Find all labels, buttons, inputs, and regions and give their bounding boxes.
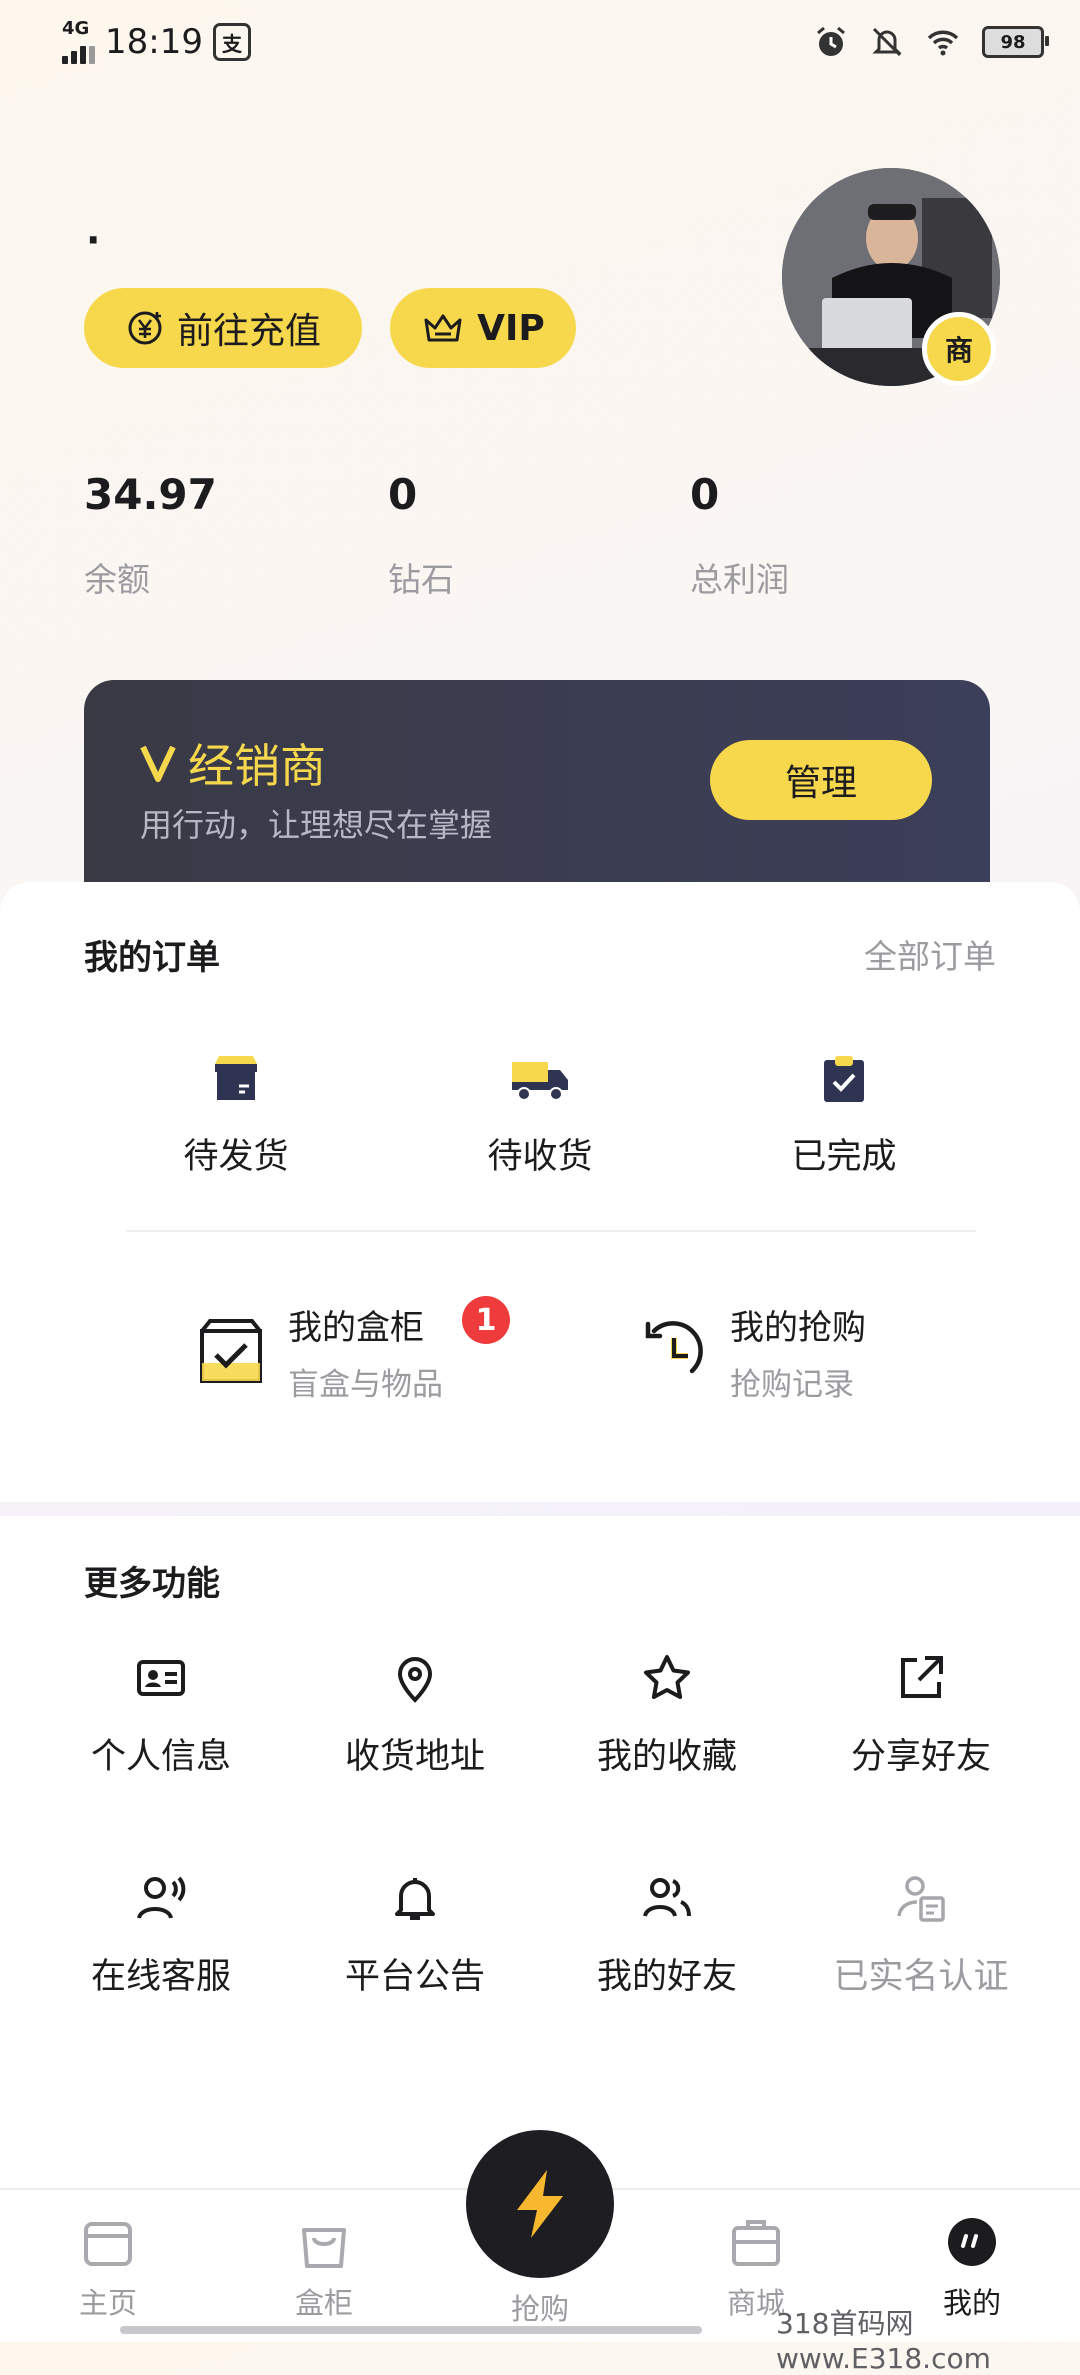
- vip-button[interactable]: VIP: [390, 288, 576, 368]
- stat-label: 总利润: [690, 560, 789, 599]
- user-name: ·: [86, 218, 101, 262]
- tab-home[interactable]: 主页: [38, 2214, 178, 2322]
- dealer-title-text: 经销商: [188, 739, 326, 793]
- battery-level: 98: [1000, 31, 1026, 53]
- quick-subtitle: 抢购记录: [730, 1367, 854, 1403]
- tab-label: 主页: [78, 2286, 137, 2320]
- box-check-icon: [200, 1319, 262, 1383]
- share-icon: [901, 1656, 943, 1698]
- my-flash-purchase[interactable]: 我的抢购 抢购记录: [636, 1300, 866, 1404]
- tab-label: 盒柜: [294, 2286, 353, 2320]
- order-label: 待收货: [487, 1137, 593, 1177]
- stat-diamond[interactable]: 0 钻石: [388, 470, 454, 601]
- order-completed[interactable]: 已完成: [734, 1052, 954, 1179]
- all-orders-link[interactable]: 全部订单: [864, 930, 996, 978]
- menu-label: 个人信息: [90, 1737, 231, 1777]
- shop-icon: [732, 2220, 780, 2266]
- menu-announcements[interactable]: 平台公告: [290, 1872, 540, 1999]
- tab-cabinet[interactable]: 盒柜: [254, 2214, 394, 2322]
- mute-bell-icon: [872, 27, 902, 57]
- stat-balance[interactable]: 34.97 余额: [84, 470, 217, 601]
- friends-icon: [643, 1878, 691, 1917]
- menu-label: 已实名认证: [833, 1957, 1009, 1997]
- quick-title: 我的盒柜: [288, 1308, 424, 1348]
- profile-icon: [948, 2218, 996, 2266]
- stat-value: 0: [690, 470, 720, 519]
- merchant-badge: 商: [922, 312, 996, 386]
- my-box-cabinet[interactable]: 我的盒柜 盲盒与物品: [196, 1300, 443, 1404]
- tab-label: 抢购: [510, 2292, 569, 2326]
- alipay-notification-icon: 支: [212, 23, 251, 61]
- menu-personal-info[interactable]: 个人信息: [36, 1652, 286, 1779]
- vip-label: VIP: [477, 307, 545, 349]
- manage-button[interactable]: 管理: [710, 740, 932, 820]
- clipboard-check-icon: [824, 1056, 864, 1102]
- status-bar: 4G 18:19 支 98: [62, 18, 1049, 66]
- order-pending-shipment[interactable]: 待发货: [126, 1052, 346, 1179]
- stat-value: 0: [388, 470, 418, 519]
- battery-icon: 98: [982, 26, 1049, 58]
- wifi-icon: [927, 30, 959, 56]
- status-time: 18:19: [105, 22, 203, 62]
- stat-value: 34.97: [84, 470, 217, 519]
- yuan-coin-icon: [128, 311, 162, 345]
- menu-share-friends[interactable]: 分享好友: [796, 1652, 1046, 1779]
- quick-title: 我的抢购: [730, 1308, 866, 1348]
- menu-customer-service[interactable]: 在线客服: [36, 1872, 286, 1999]
- stat-label: 余额: [84, 560, 150, 599]
- menu-my-friends[interactable]: 我的好友: [542, 1872, 792, 1999]
- menu-label: 我的收藏: [596, 1737, 737, 1777]
- lightning-icon: [517, 2170, 563, 2238]
- location-pin-icon: [397, 1657, 433, 1703]
- order-label: 已完成: [791, 1137, 897, 1177]
- history-clock-icon: [645, 1321, 703, 1374]
- flash-sale-button[interactable]: [466, 2130, 614, 2278]
- v-icon: [140, 745, 176, 782]
- more-functions-card: 更多功能 个人信息 收货地址 我的收藏 分享好友 在线客服 平台公告 我的好友 …: [0, 1516, 1080, 2188]
- menu-shipping-address[interactable]: 收货地址: [290, 1652, 540, 1779]
- order-label: 待发货: [183, 1137, 289, 1177]
- tab-flash-sale-label[interactable]: 抢购: [470, 2286, 610, 2328]
- orders-card: 我的订单 全部订单 待发货 待收货 已完成 我的盒柜 盲盒与物品 1 我的抢购 …: [0, 882, 1080, 1502]
- stat-profit[interactable]: 0 总利润: [690, 470, 789, 601]
- signal-icon: [62, 38, 95, 64]
- id-card-icon: [137, 1660, 185, 1696]
- star-icon: [644, 1655, 690, 1699]
- box-icon: [215, 1056, 257, 1100]
- divider: [126, 1230, 976, 1232]
- stat-label: 钻石: [388, 560, 454, 599]
- menu-verified-identity[interactable]: 已实名认证: [796, 1872, 1046, 1999]
- customer-service-icon: [137, 1876, 186, 1919]
- bell-icon: [395, 1878, 435, 1920]
- recharge-button[interactable]: 前往充值: [84, 288, 362, 368]
- quick-subtitle: 盲盒与物品: [288, 1367, 443, 1403]
- watermark-text: 318首码网 www.E318.com: [776, 2307, 991, 2375]
- truck-icon: [512, 1062, 568, 1101]
- alarm-icon: [817, 26, 845, 56]
- recharge-label: 前往充值: [176, 311, 321, 352]
- bag-icon: [302, 2228, 346, 2268]
- more-title: 更多功能: [84, 1564, 220, 1604]
- home-indicator: [372, 2326, 702, 2334]
- menu-label: 在线客服: [90, 1957, 231, 1997]
- crown-icon: [424, 314, 462, 342]
- home-box-icon: [84, 2222, 132, 2266]
- order-pending-receipt[interactable]: 待收货: [430, 1052, 650, 1179]
- dealer-subtitle: 用行动，让理想尽在掌握: [140, 806, 493, 844]
- menu-label: 收货地址: [344, 1737, 485, 1777]
- menu-label: 我的好友: [596, 1957, 737, 1997]
- network-type: 4G: [62, 18, 90, 39]
- menu-my-favorites[interactable]: 我的收藏: [542, 1652, 792, 1779]
- dealer-title: 经销商: [140, 730, 326, 796]
- menu-label: 分享好友: [850, 1737, 991, 1777]
- notification-badge: 1: [462, 1296, 510, 1344]
- menu-label: 平台公告: [344, 1957, 485, 1997]
- orders-title: 我的订单: [84, 938, 220, 978]
- verified-id-icon: [897, 1876, 945, 1922]
